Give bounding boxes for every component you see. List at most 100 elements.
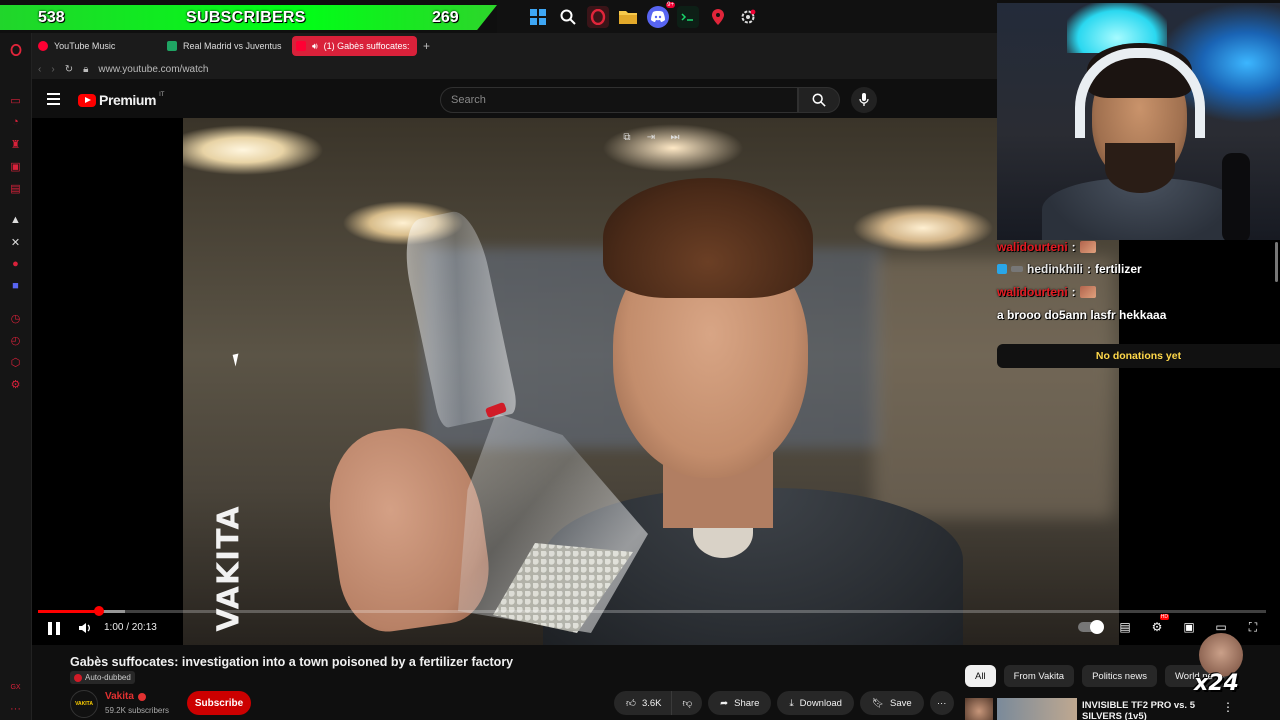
discord-badge: 9+ [666, 1, 675, 8]
sidebar-avatar-thumb[interactable] [965, 698, 993, 720]
tab-label: YouTube Music [54, 41, 116, 51]
tab-strip: YouTube Music Real Madrid vs Juventus 🔊︎… [32, 33, 998, 59]
dislike-button[interactable]: 👎︎ [672, 691, 703, 715]
more-actions-button[interactable]: ··· [929, 691, 954, 715]
share-label: Share [734, 697, 760, 709]
voice-search-button[interactable] [851, 87, 877, 113]
gx-corner-icon[interactable]: ♜ [8, 136, 24, 152]
youtube-favicon-icon [296, 41, 306, 51]
discord-sidebar-icon[interactable]: ■ [8, 278, 24, 294]
presenter-hair [603, 178, 813, 298]
discord-icon[interactable]: 9+ [647, 1, 675, 28]
channel-name[interactable]: Vakita [105, 691, 146, 702]
aria-icon[interactable]: ▲ [8, 212, 24, 228]
forward-icon[interactable]: › [51, 64, 54, 75]
search-input[interactable]: Search [440, 87, 798, 113]
video-actions: 👍︎ 3.6K 👎︎ ➦ Share ⤓ Download 🔖︎ Save ··… [614, 691, 954, 715]
windows-icon[interactable] [527, 6, 549, 28]
gx-cleaner-icon[interactable]: ◔ [8, 114, 24, 130]
bag-neck [397, 206, 519, 430]
chat-message: a brooo do5ann lasfr hekkaaa [997, 308, 1166, 322]
terminal-icon[interactable] [677, 5, 699, 28]
channel-watermark: VAKITA [198, 505, 247, 631]
chip-from-vakita[interactable]: From Vakita [1003, 665, 1075, 687]
sheet-favicon-icon [167, 41, 177, 51]
extensions-icon[interactable]: ⬡ [8, 354, 24, 370]
new-tab-icon[interactable]: + [423, 39, 430, 53]
search-icon[interactable] [557, 6, 579, 28]
progress-bar[interactable] [38, 606, 1266, 616]
chip-politics-news[interactable]: Politics news [1082, 665, 1157, 687]
streamer-webcam [997, 3, 1280, 240]
donations-status: No donations yet [997, 344, 1280, 368]
multiplier-emote: x24 [1194, 633, 1248, 708]
chat-separator: : [1071, 285, 1076, 299]
browser-sidebar: ▭ ◔ ♜ ▣ ▤ ▲ ✕ ● ■ ◷ ◴ ⬡ ⚙ GX ··· [0, 33, 32, 720]
chip-all[interactable]: All [965, 665, 996, 687]
more-icon[interactable]: ··· [8, 701, 24, 717]
settings-gear-icon[interactable]: ⚙ HD [1148, 614, 1169, 635]
player-icon[interactable]: ● [8, 256, 24, 272]
microphone-icon [859, 93, 869, 106]
progress-played [38, 610, 99, 613]
download-icon: ⤓ [789, 697, 794, 709]
autoplay-toggle[interactable] [1078, 620, 1104, 634]
hd-badge-icon: HD [1159, 614, 1169, 620]
progress-scrubber[interactable] [93, 606, 104, 616]
subscribe-button[interactable]: Subscribe [187, 691, 251, 715]
bookmark-icon: 🔖︎ [871, 697, 884, 709]
share-button[interactable]: ➦ Share [708, 691, 772, 715]
gx-badge-icon[interactable]: GX [8, 679, 24, 695]
channel-avatar[interactable]: VAKITA [70, 690, 98, 718]
menu-icon[interactable] [47, 93, 60, 105]
next-icon[interactable]: ⏭ [668, 130, 682, 144]
tab-youtube-music[interactable]: YouTube Music [34, 36, 159, 56]
reload-icon[interactable]: ↻ [65, 64, 73, 75]
subscriber-goal-bar: 538 SUBSCRIBERS 269 [0, 5, 497, 30]
chat-separator: : [1087, 262, 1092, 276]
channel-subscribers: 59.2K subscribers [105, 706, 170, 715]
download-button[interactable]: ⤓ Download [777, 691, 854, 715]
video-top-controls: ⧉ ⇥ ⏭ [620, 130, 682, 144]
file-explorer-icon[interactable] [617, 6, 639, 28]
emote-icon [1079, 241, 1096, 253]
back-icon[interactable]: ‹ [38, 64, 41, 75]
youtube-header: Premium IT Search [32, 82, 998, 118]
verified-icon [137, 692, 146, 701]
more-icon: ··· [936, 697, 947, 709]
history-icon[interactable]: ◷ [8, 310, 24, 326]
opera-logo-icon[interactable] [8, 42, 24, 58]
search-button[interactable] [798, 87, 840, 113]
save-button[interactable]: 🔖︎ Save [859, 691, 924, 715]
youtube-logo[interactable]: Premium IT [78, 92, 164, 108]
chat-text: a brooo do5ann lasfr hekkaaa [997, 308, 1167, 322]
gx-control-icon[interactable]: ▭ [8, 92, 24, 108]
chat-scrollbar[interactable] [1275, 242, 1278, 282]
exit-icon[interactable]: ⇥ [644, 130, 658, 144]
x-twitter-icon[interactable]: ✕ [8, 234, 24, 250]
recommendation-title[interactable]: INVISIBLE TF2 PRO vs. 5 SILVERS (1v5) [1082, 700, 1207, 720]
settings-sidebar-icon[interactable]: ⚙ [8, 376, 24, 392]
miniplayer-icon[interactable]: ⧉ [620, 130, 634, 144]
microphone [1222, 153, 1250, 240]
like-button[interactable]: 👍︎ 3.6K [614, 691, 673, 715]
speaker-icon: 🔊︎ [312, 40, 318, 51]
clock-icon[interactable]: ◴ [8, 332, 24, 348]
subscriber-count-left: 538 [38, 8, 65, 26]
chat-username: walidourteni [997, 240, 1068, 254]
pause-icon[interactable] [48, 622, 60, 635]
maps-pin-icon[interactable] [707, 6, 729, 28]
subtitles-icon[interactable]: ▤ [1116, 619, 1134, 635]
user-badge-icon [997, 264, 1007, 274]
opera-gx-icon[interactable] [587, 5, 609, 28]
chat-message: walidourteni : [997, 240, 1096, 254]
tab-real-madrid[interactable]: Real Madrid vs Juventus [163, 36, 288, 56]
tab-gabes-video[interactable]: 🔊︎ (1) Gabès suffocates: [292, 36, 417, 56]
volume-icon[interactable] [78, 621, 92, 635]
url-field[interactable]: www.youtube.com/watch [98, 64, 208, 75]
recommendation-thumbnail[interactable] [997, 698, 1077, 720]
messenger-icon[interactable]: ▤ [8, 180, 24, 196]
settings-icon[interactable] [737, 6, 759, 28]
twitch-icon[interactable]: ▣ [8, 158, 24, 174]
auto-dubbed-label: Auto-dubbed [85, 673, 131, 682]
